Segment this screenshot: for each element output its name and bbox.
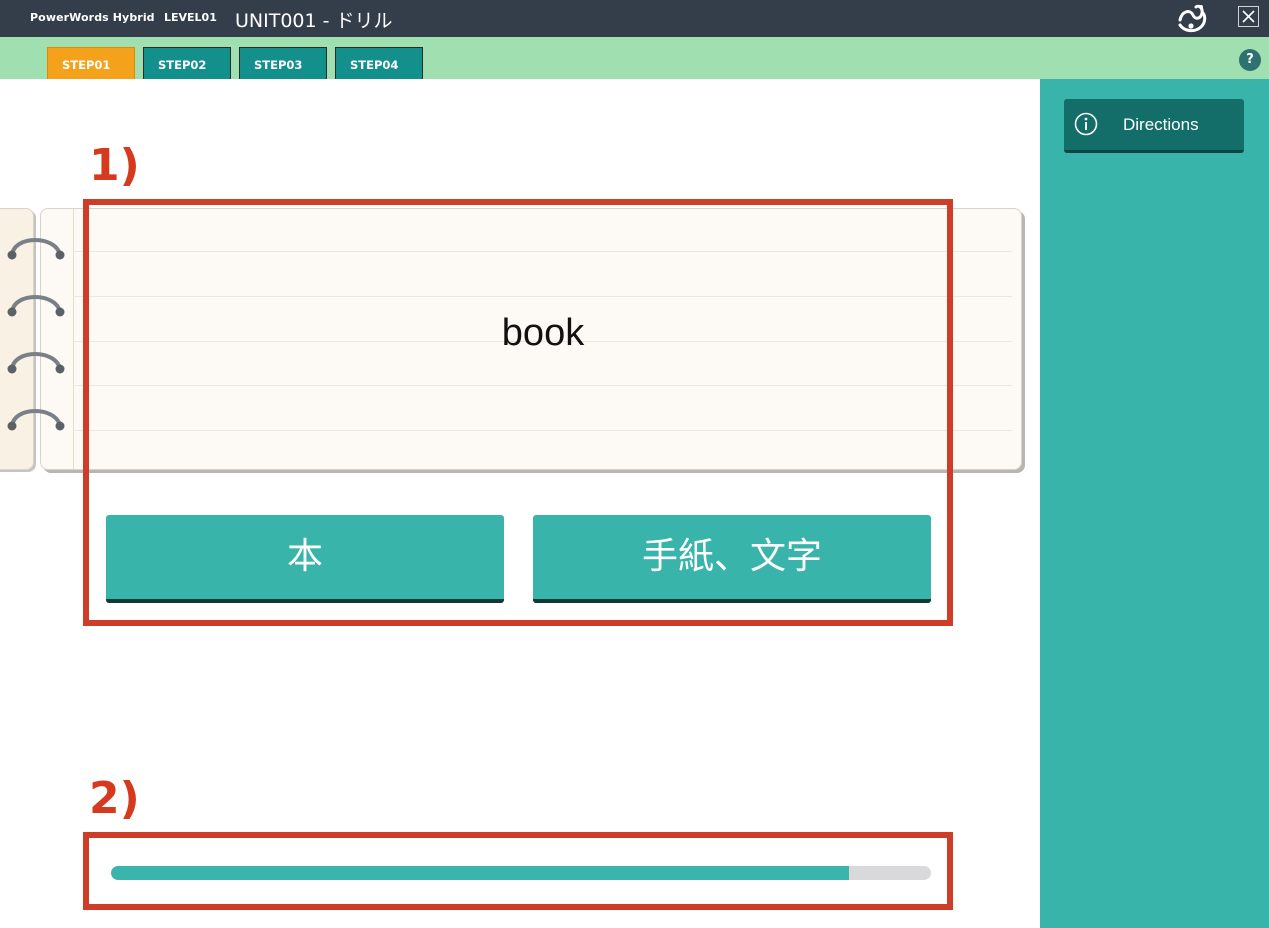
- app-logo-icon: [1178, 4, 1207, 33]
- info-icon: [1074, 112, 1098, 136]
- directions-button[interactable]: Directions: [1064, 99, 1244, 153]
- annotation-label-1: 1): [89, 140, 140, 191]
- annotation-box-1: [83, 199, 953, 626]
- page-title: UNIT001 - ドリル: [235, 10, 393, 32]
- step-tab-strip: STEP01 STEP02 STEP03 STEP04 ?: [0, 37, 1269, 79]
- tab-step02[interactable]: STEP02: [143, 47, 231, 79]
- close-icon: [1242, 10, 1255, 23]
- annotation-label-2: 2): [89, 773, 140, 824]
- directions-label: Directions: [1123, 115, 1199, 134]
- level-label: LEVEL01: [164, 11, 217, 24]
- tab-step04[interactable]: STEP04: [335, 47, 423, 79]
- close-button[interactable]: [1238, 6, 1259, 27]
- app-name: PowerWords Hybrid: [30, 11, 155, 24]
- annotation-box-2: [83, 832, 953, 910]
- title-bar: PowerWords Hybrid LEVEL01 UNIT001 - ドリル: [0, 0, 1269, 37]
- tab-step01[interactable]: STEP01: [47, 47, 135, 79]
- right-panel: Directions: [1040, 79, 1269, 928]
- help-button[interactable]: ?: [1239, 49, 1261, 71]
- tab-step03[interactable]: STEP03: [239, 47, 327, 79]
